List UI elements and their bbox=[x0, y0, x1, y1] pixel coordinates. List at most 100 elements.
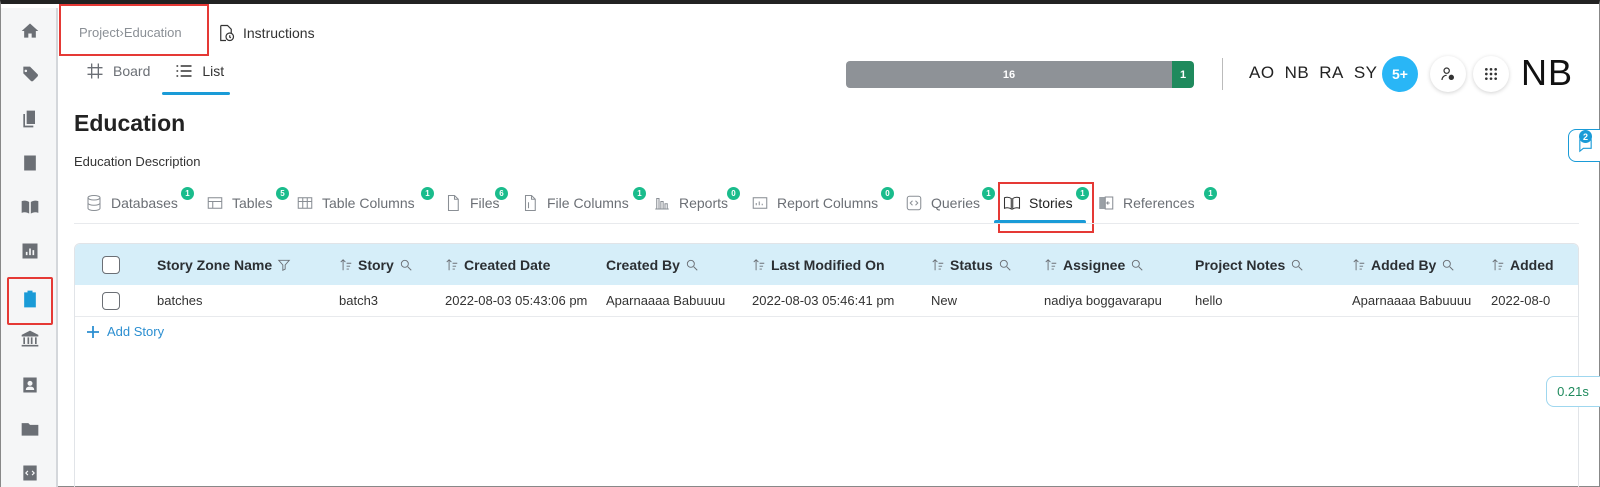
col-story[interactable]: Story bbox=[339, 244, 413, 285]
document-clock-icon bbox=[220, 24, 235, 42]
filter-icon[interactable] bbox=[277, 258, 291, 272]
col-added[interactable]: Added bbox=[1491, 244, 1554, 285]
bank-icon[interactable] bbox=[19, 328, 41, 350]
tab-table-columns-label: Table Columns bbox=[322, 195, 415, 211]
user-initials-ao[interactable]: AO bbox=[1249, 63, 1275, 83]
add-story-button[interactable]: Add Story bbox=[87, 324, 164, 339]
sort-icon[interactable] bbox=[752, 258, 766, 272]
app-window: Project›Education Instructions Board Lis… bbox=[0, 0, 1600, 487]
sidebar bbox=[1, 8, 58, 487]
col-project-notes-label: Project Notes bbox=[1195, 256, 1286, 273]
tab-tables[interactable]: Tables 5 bbox=[206, 187, 289, 212]
sort-icon[interactable] bbox=[1352, 258, 1366, 272]
folder-icon[interactable] bbox=[19, 418, 41, 440]
cell-story-zone-name: batches bbox=[157, 293, 203, 308]
tab-queries-label: Queries bbox=[931, 195, 981, 211]
open-book-icon[interactable] bbox=[19, 196, 41, 218]
col-added-by[interactable]: Added By bbox=[1352, 244, 1455, 285]
current-user-initials[interactable]: NB bbox=[1521, 52, 1573, 94]
col-created-date[interactable]: Created Date bbox=[445, 244, 550, 285]
more-users-badge[interactable]: 5+ bbox=[1382, 56, 1418, 92]
cell-story-link[interactable]: batch3 bbox=[339, 285, 378, 316]
tab-board-label: Board bbox=[113, 63, 151, 79]
tab-databases-label: Databases bbox=[111, 195, 178, 211]
sort-icon[interactable] bbox=[445, 258, 459, 272]
list-icon bbox=[176, 65, 192, 77]
tab-databases[interactable]: Databases 1 bbox=[85, 187, 194, 212]
apps-menu-button[interactable] bbox=[1473, 56, 1509, 92]
col-created-by[interactable]: Created By bbox=[606, 244, 699, 285]
add-user-button[interactable] bbox=[1430, 56, 1466, 92]
report-columns-icon bbox=[752, 197, 768, 209]
response-time-badge: 0.21s bbox=[1546, 376, 1600, 407]
col-assignee[interactable]: Assignee bbox=[1044, 244, 1144, 285]
search-icon[interactable] bbox=[1130, 258, 1144, 272]
tab-databases-count: 1 bbox=[181, 187, 194, 200]
cell-status: New bbox=[931, 293, 958, 308]
cell-created-by: Aparnaaaa Babuuuu bbox=[606, 293, 726, 308]
col-story-zone-name[interactable]: Story Zone Name bbox=[157, 244, 291, 285]
breadcrumb-project[interactable]: Project bbox=[79, 25, 119, 40]
tab-list[interactable]: List bbox=[174, 60, 224, 82]
user-settings-icon bbox=[1441, 67, 1454, 81]
clipboard-icon[interactable] bbox=[19, 288, 41, 310]
tab-tables-label: Tables bbox=[232, 195, 273, 211]
tab-report-columns[interactable]: Report Columns 0 bbox=[751, 187, 894, 212]
page-description: Education Description bbox=[74, 154, 201, 169]
search-icon[interactable] bbox=[1290, 258, 1304, 272]
col-created-by-label: Created By bbox=[606, 256, 680, 273]
row-checkbox[interactable] bbox=[102, 291, 120, 310]
col-last-modified-on[interactable]: Last Modified On bbox=[752, 244, 885, 285]
col-project-notes[interactable]: Project Notes bbox=[1195, 244, 1304, 285]
search-icon[interactable] bbox=[399, 258, 413, 272]
tag-icon[interactable] bbox=[19, 64, 41, 86]
stories-tab-highlight-box bbox=[998, 182, 1094, 233]
documents-icon[interactable] bbox=[19, 108, 41, 130]
book-icon[interactable] bbox=[19, 152, 41, 174]
table-row[interactable]: batches batch3 2022-08-03 05:43:06 pm Ap… bbox=[75, 285, 1578, 317]
tab-reports-count: 0 bbox=[727, 187, 740, 200]
tab-queries[interactable]: Queries 1 bbox=[905, 187, 995, 212]
file-columns-icon bbox=[524, 194, 536, 212]
cell-added-by: Aparnaaaa Babuuuu bbox=[1352, 293, 1472, 308]
database-icon bbox=[87, 194, 101, 212]
tab-files-label: Files bbox=[470, 195, 500, 211]
search-icon[interactable] bbox=[1441, 258, 1455, 272]
sort-icon[interactable] bbox=[339, 258, 353, 272]
page-title: Education bbox=[74, 110, 186, 136]
col-status[interactable]: Status bbox=[931, 244, 1012, 285]
add-story-label: Add Story bbox=[107, 324, 165, 339]
tab-tables-count: 5 bbox=[276, 187, 289, 200]
progress-grey-segment: 16 bbox=[846, 61, 1172, 88]
tab-reports[interactable]: Reports 0 bbox=[653, 187, 740, 212]
status-progress-bar[interactable]: 16 1 bbox=[846, 61, 1194, 88]
instructions-link[interactable]: Instructions bbox=[217, 24, 315, 42]
user-initials-ra[interactable]: RA bbox=[1319, 63, 1344, 83]
tab-files[interactable]: Files 6 bbox=[444, 187, 508, 212]
user-initials-nb[interactable]: NB bbox=[1285, 63, 1310, 83]
tab-file-columns-count: 1 bbox=[633, 187, 646, 200]
sort-icon[interactable] bbox=[1491, 258, 1505, 272]
tab-table-columns[interactable]: Table Columns 1 bbox=[296, 187, 434, 212]
grid-dots-icon bbox=[1485, 68, 1497, 80]
report-icon[interactable] bbox=[19, 240, 41, 262]
reference-icon bbox=[1099, 196, 1114, 210]
search-icon[interactable] bbox=[998, 258, 1012, 272]
sort-icon[interactable] bbox=[1044, 258, 1058, 272]
breadcrumb: Project›Education bbox=[79, 25, 182, 40]
user-initials-sy[interactable]: SY bbox=[1354, 63, 1378, 83]
home-icon[interactable] bbox=[19, 20, 41, 42]
plus-icon bbox=[87, 325, 99, 338]
col-story-label: Story bbox=[358, 256, 394, 273]
search-icon[interactable] bbox=[685, 258, 699, 272]
col-added-by-label: Added By bbox=[1371, 256, 1437, 273]
sort-icon[interactable] bbox=[931, 258, 945, 272]
select-all-checkbox[interactable] bbox=[102, 255, 120, 274]
tab-file-columns[interactable]: File Columns 1 bbox=[521, 187, 646, 212]
tab-table-columns-count: 1 bbox=[421, 187, 434, 200]
col-status-label: Status bbox=[950, 256, 993, 273]
tab-board[interactable]: Board bbox=[85, 60, 150, 82]
code-file-icon[interactable] bbox=[19, 462, 41, 484]
contact-icon[interactable] bbox=[19, 374, 41, 396]
tab-references[interactable]: References 1 bbox=[1097, 187, 1217, 212]
